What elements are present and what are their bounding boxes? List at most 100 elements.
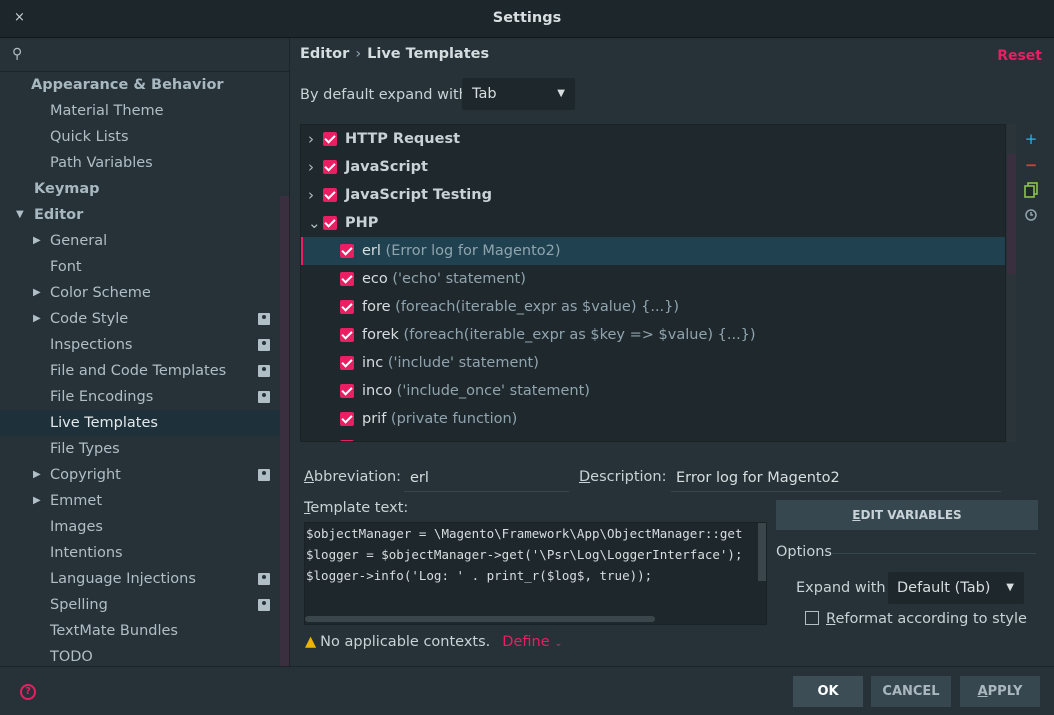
template-line: $logger = $objectManager->get('\Psr\Log\… <box>306 547 743 562</box>
template-abbreviation: forek <box>362 327 399 343</box>
chevron-right-icon[interactable]: › <box>308 153 314 181</box>
edit-variables-button[interactable]: EDIT VARIABLES <box>776 500 1038 530</box>
editor-horizontal-scrollbar[interactable] <box>305 616 655 622</box>
sidebar-scrollbar[interactable] <box>280 196 289 666</box>
chevron-right-icon[interactable]: ▶ <box>33 228 41 254</box>
chevron-right-icon[interactable]: ▶ <box>33 306 41 332</box>
chevron-right-icon[interactable]: ▶ <box>33 462 41 488</box>
group-checkbox[interactable] <box>323 132 337 146</box>
sidebar-item[interactable]: Keymap <box>0 176 280 202</box>
template-row[interactable]: erl (Error log for Magento2) <box>301 237 1005 265</box>
template-group-row[interactable]: › HTTP Request <box>301 125 1005 153</box>
page-title: Live Templates <box>367 46 490 62</box>
sidebar-item[interactable]: Material Theme <box>0 98 280 124</box>
restore-icon[interactable] <box>1021 208 1041 234</box>
search-input[interactable]: ⚲ <box>0 38 289 72</box>
sidebar-item[interactable]: Intentions <box>0 540 280 566</box>
sidebar-item[interactable]: File Encodings <box>0 384 280 410</box>
sidebar-item-label: Color Scheme <box>50 285 151 301</box>
expand-default-dropdown[interactable]: Tab ▼ <box>462 78 575 110</box>
editor-vertical-scrollbar[interactable] <box>758 523 766 581</box>
chevron-down-icon[interactable]: ▼ <box>16 202 24 228</box>
reformat-label: eformat according to style <box>835 611 1027 627</box>
chevron-right-icon[interactable]: ▶ <box>33 488 41 514</box>
live-templates-list[interactable]: › HTTP Request › JavaScript › JavaScript Test… <box>300 124 1006 442</box>
project-scope-icon <box>258 365 270 377</box>
ok-button[interactable]: OK <box>793 676 863 707</box>
template-checkbox[interactable] <box>340 356 354 370</box>
sidebar-item[interactable]: ▶ Copyright <box>0 462 280 488</box>
sidebar-item[interactable]: ▶ Emmet <box>0 488 280 514</box>
template-text-editor[interactable]: $objectManager = \Magento\Framework\App\… <box>304 522 767 625</box>
template-row[interactable]: fore (foreach(iterable_expr as $value) {… <box>301 293 1005 321</box>
sidebar-item[interactable]: Path Variables <box>0 150 280 176</box>
template-group-row[interactable]: ⌄ PHP <box>301 209 1005 237</box>
abbreviation-field[interactable]: erl <box>404 464 569 492</box>
sidebar-item[interactable]: ▶ General <box>0 228 280 254</box>
template-text-label: Template text: <box>304 500 409 516</box>
template-checkbox[interactable] <box>340 440 354 441</box>
sidebar-item[interactable]: Spelling <box>0 592 280 618</box>
template-checkbox[interactable] <box>340 412 354 426</box>
template-checkbox[interactable] <box>340 300 354 314</box>
checkbox-box[interactable] <box>805 611 819 625</box>
remove-icon[interactable]: − <box>1021 156 1041 182</box>
template-row[interactable]: forek (foreach(iterable_expr as $key => … <box>301 321 1005 349</box>
copy-icon[interactable] <box>1021 182 1041 208</box>
chevron-right-icon[interactable]: › <box>308 181 314 209</box>
cancel-button[interactable]: CANCEL <box>871 676 951 707</box>
add-icon[interactable]: + <box>1021 130 1041 156</box>
description-label-text: escription: <box>590 469 667 485</box>
sidebar-item[interactable]: File and Code Templates <box>0 358 280 384</box>
chevron-right-icon[interactable]: › <box>308 125 314 153</box>
templates-scrollbar[interactable] <box>1007 124 1016 442</box>
template-abbreviation: erl <box>362 243 381 259</box>
reformat-checkbox[interactable]: Reformat according to style <box>805 611 1027 627</box>
group-checkbox[interactable] <box>323 188 337 202</box>
sidebar-item-label: Code Style <box>50 311 129 327</box>
sidebar-item[interactable]: Appearance & Behavior <box>0 72 280 98</box>
template-checkbox[interactable] <box>340 328 354 342</box>
sidebar-item[interactable]: Language Injections <box>0 566 280 592</box>
sidebar-item[interactable]: Font <box>0 254 280 280</box>
template-group-name: JavaScript Testing <box>345 187 492 203</box>
help-icon[interactable]: ? <box>20 684 36 700</box>
template-group-row[interactable]: › JavaScript Testing <box>301 181 1005 209</box>
template-checkbox[interactable] <box>340 244 354 258</box>
scroll-thumb[interactable] <box>1007 154 1016 274</box>
apply-button[interactable]: APPLY <box>960 676 1040 707</box>
sidebar-item[interactable]: ▶ Code Style <box>0 306 280 332</box>
sidebar-item-label: Font <box>50 259 82 275</box>
group-checkbox[interactable] <box>323 216 337 230</box>
chevron-right-icon[interactable]: ▶ <box>33 280 41 306</box>
template-row[interactable]: inc ('include' statement) <box>301 349 1005 377</box>
description-field[interactable]: Error log for Magento2 <box>671 464 1001 492</box>
template-group-row[interactable]: › JavaScript <box>301 153 1005 181</box>
sidebar-item[interactable]: TextMate Bundles <box>0 618 280 644</box>
sidebar-item[interactable]: ▶ Color Scheme <box>0 280 280 306</box>
reset-link[interactable]: Reset <box>997 48 1042 64</box>
settings-sidebar: ⚲ Appearance & Behavior Material Theme Qui… <box>0 38 290 666</box>
sidebar-item[interactable]: ▼ Editor <box>0 202 280 228</box>
template-row[interactable] <box>301 433 1005 441</box>
sidebar-item[interactable]: File Types <box>0 436 280 462</box>
template-row[interactable]: eco ('echo' statement) <box>301 265 1005 293</box>
sidebar-item-label: Images <box>50 519 103 535</box>
project-scope-icon <box>258 599 270 611</box>
group-checkbox[interactable] <box>323 160 337 174</box>
template-description: (Error log for Magento2) <box>385 243 561 259</box>
sidebar-item[interactable]: Images <box>0 514 280 540</box>
template-row[interactable]: inco ('include_once' statement) <box>301 377 1005 405</box>
chevron-down-icon[interactable]: ⌄ <box>308 209 321 237</box>
template-checkbox[interactable] <box>340 272 354 286</box>
define-contexts-link[interactable]: Define ⌄ <box>502 634 562 650</box>
sidebar-item[interactable]: Inspections <box>0 332 280 358</box>
sidebar-item-label: Language Injections <box>50 571 196 587</box>
expand-with-dropdown[interactable]: Default (Tab) ▼ <box>888 572 1024 604</box>
breadcrumb-parent[interactable]: Editor <box>300 46 349 62</box>
sidebar-item[interactable]: Live Templates <box>0 410 280 436</box>
sidebar-item-label: Path Variables <box>50 155 153 171</box>
sidebar-item[interactable]: Quick Lists <box>0 124 280 150</box>
template-row[interactable]: prif (private function) <box>301 405 1005 433</box>
template-checkbox[interactable] <box>340 384 354 398</box>
